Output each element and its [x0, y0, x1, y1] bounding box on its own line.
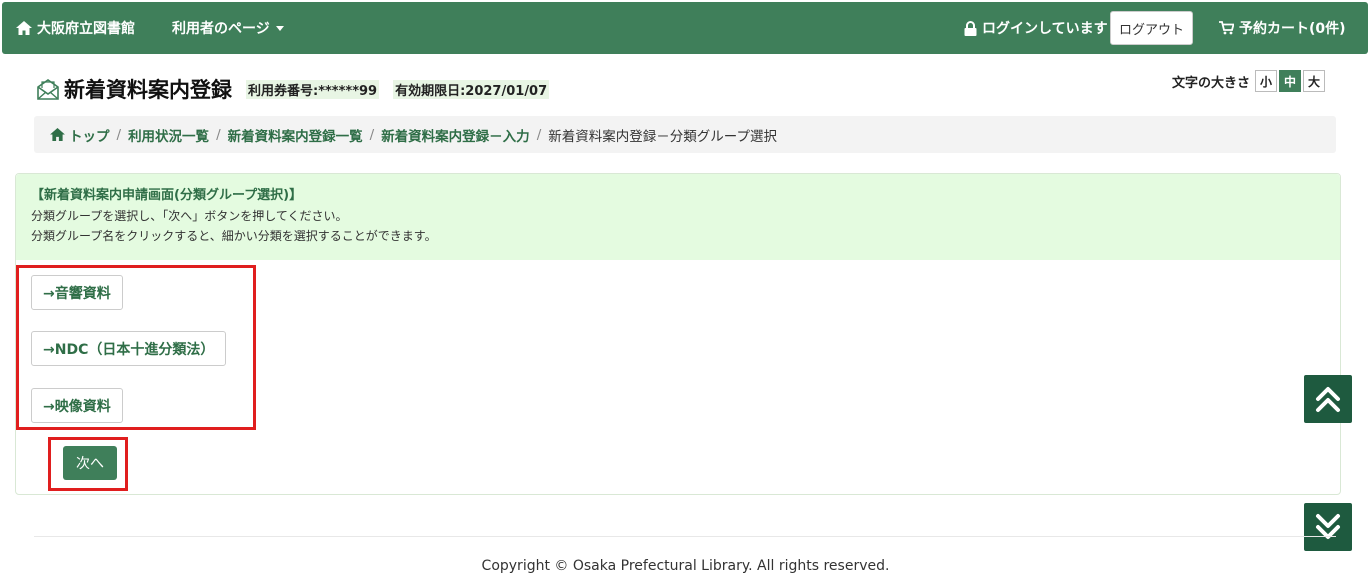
breadcrumb-separator: /	[369, 126, 375, 143]
card-number: 利用券番号:******99	[246, 79, 380, 99]
expiry-date: 有効期限日:2027/01/07	[393, 79, 550, 99]
footer-divider	[34, 536, 1336, 537]
caret-down-icon	[275, 25, 284, 31]
breadcrumb-separator: /	[536, 126, 542, 143]
footer-copyright: Copyright © Osaka Prefectural Library. A…	[481, 558, 890, 574]
login-status-label: ログインしています	[982, 21, 1108, 37]
scroll-to-bottom-button[interactable]	[1304, 503, 1352, 551]
double-chevron-up-icon	[1316, 387, 1340, 412]
font-size-large-button[interactable]: 大	[1303, 70, 1326, 92]
cart-icon	[1219, 21, 1234, 35]
highlight-box-groups	[16, 265, 256, 430]
breadcrumb-top-link[interactable]: トップ	[50, 125, 110, 145]
font-size-label: 文字の大きさ	[1172, 75, 1251, 91]
logout-button[interactable]: ログアウト	[1110, 11, 1193, 45]
font-size-small-button[interactable]: 小	[1255, 70, 1278, 92]
breadcrumb-current: 新着資料案内登録－分類グループ選択	[548, 128, 777, 145]
instruction-line-1: 分類グループを選択し、「次へ」ボタンを押してください。	[31, 209, 348, 223]
user-menu-label: 利用者のページ	[172, 21, 270, 37]
panel-instructions: 【新着資料案内申請画面(分類グループ選択)】 分類グループを選択し、「次へ」ボタ…	[16, 174, 1340, 260]
page-header: 新着資料案内登録 利用券番号:******99 有効期限日:2027/01/07	[36, 74, 550, 104]
home-icon	[50, 128, 65, 141]
top-navbar: 大阪府立図書館 利用者のページ ログインしています ログアウト 予約カート(0件…	[2, 2, 1368, 54]
cart-label: 予約カート(0件)	[1239, 21, 1346, 37]
reservation-cart-link[interactable]: 予約カート(0件)	[1219, 2, 1346, 54]
highlight-box-next	[48, 437, 128, 491]
breadcrumb-registration-input-link[interactable]: 新着資料案内登録－入力	[381, 125, 530, 145]
breadcrumb-usage-link[interactable]: 利用状況一覧	[128, 125, 209, 145]
instruction-line-2: 分類グループ名をクリックすると、細かい分類を選択することができます。	[31, 229, 437, 243]
library-home-link[interactable]: 大阪府立図書館	[16, 2, 135, 54]
home-icon	[16, 21, 32, 35]
breadcrumb: トップ / 利用状況一覧 / 新着資料案内登録一覧 / 新着資料案内登録－入力 …	[34, 116, 1336, 153]
scroll-to-top-button[interactable]	[1304, 375, 1352, 423]
page-title: 新着資料案内登録	[64, 78, 232, 102]
breadcrumb-top-label: トップ	[69, 128, 110, 145]
user-menu-dropdown[interactable]: 利用者のページ	[172, 2, 284, 54]
library-name: 大阪府立図書館	[37, 21, 135, 37]
breadcrumb-separator: /	[216, 126, 221, 143]
panel-title: 【新着資料案内申請画面(分類グループ選択)】	[31, 188, 303, 203]
breadcrumb-registration-list-link[interactable]: 新着資料案内登録一覧	[228, 125, 363, 145]
mail-icon	[37, 79, 59, 100]
lock-icon	[964, 20, 977, 36]
font-size-medium-button[interactable]: 中	[1279, 70, 1302, 92]
login-status: ログインしています	[964, 2, 1108, 54]
font-size-selector: 文字の大きさ 小 中 大	[1172, 70, 1326, 92]
breadcrumb-separator: /	[116, 126, 122, 143]
